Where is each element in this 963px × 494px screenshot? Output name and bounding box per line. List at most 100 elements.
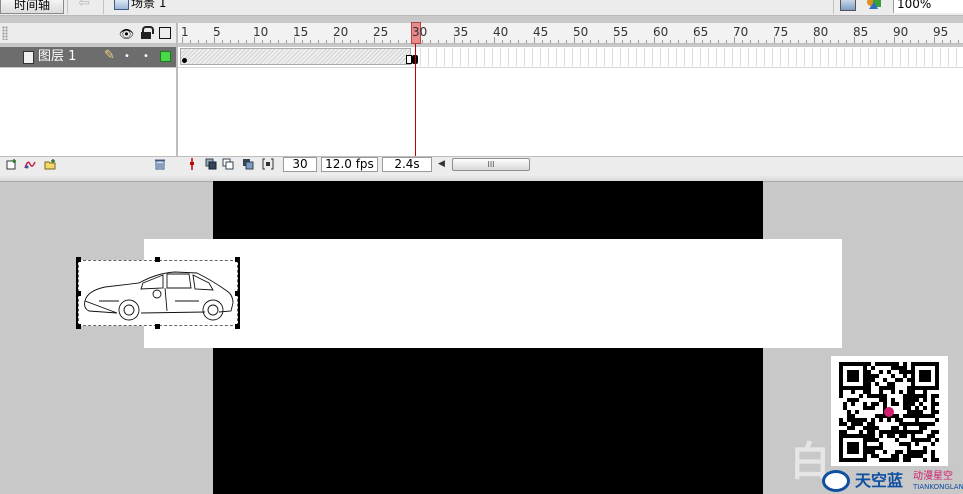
ruler-tick bbox=[718, 40, 719, 43]
watermark-brand: 天空蓝 bbox=[855, 471, 904, 490]
ruler-tick bbox=[630, 40, 631, 43]
white-rectangle-shape[interactable] bbox=[144, 239, 842, 348]
ruler-frame-number: 1 bbox=[181, 25, 189, 39]
ruler-tick bbox=[350, 40, 351, 43]
trash-icon[interactable] bbox=[154, 158, 166, 170]
ruler-tick bbox=[422, 40, 423, 43]
outline-square-icon[interactable] bbox=[159, 27, 171, 39]
ruler-tick bbox=[950, 40, 951, 43]
edit-symbols-icon[interactable] bbox=[866, 0, 882, 10]
ruler-tick bbox=[262, 40, 263, 43]
timeline-toggle-button[interactable]: 时间轴 bbox=[0, 0, 64, 14]
ruler-tick bbox=[198, 40, 199, 43]
ruler-tick bbox=[470, 40, 471, 43]
ruler-tick bbox=[230, 40, 231, 43]
ruler-tick bbox=[438, 40, 439, 43]
timeline-splitter[interactable] bbox=[176, 23, 178, 174]
lock-icon-body[interactable] bbox=[141, 32, 151, 39]
back-arrow-icon[interactable]: ⇦ bbox=[76, 0, 92, 10]
toolbar-separator bbox=[103, 0, 104, 14]
ruler-tick bbox=[398, 40, 399, 43]
onion-skin-icon[interactable] bbox=[205, 158, 217, 170]
ruler-tick bbox=[686, 40, 687, 43]
transform-handle-top[interactable] bbox=[155, 257, 160, 262]
transform-handle-bottom-left[interactable] bbox=[76, 324, 81, 329]
car-symbol-instance[interactable] bbox=[78, 260, 238, 326]
ruler-tick bbox=[206, 40, 207, 43]
zoom-field[interactable]: 100% bbox=[893, 0, 963, 13]
qr-code-icon bbox=[831, 356, 948, 466]
ruler-tick bbox=[942, 40, 943, 43]
empty-frame-cells[interactable] bbox=[420, 48, 963, 66]
onion-skin-outlines-icon[interactable] bbox=[222, 158, 234, 170]
ruler-tick bbox=[830, 40, 831, 43]
ruler-tick bbox=[238, 40, 239, 43]
ruler-tick bbox=[246, 40, 247, 43]
ruler-tick bbox=[646, 40, 647, 43]
watermark-logo-icon bbox=[822, 470, 850, 492]
frames-empty-area bbox=[178, 68, 963, 156]
visibility-dot-icon[interactable]: • bbox=[124, 52, 130, 62]
ruler-tick bbox=[518, 40, 519, 43]
ruler-tick bbox=[270, 40, 271, 43]
scene-icon bbox=[114, 0, 129, 10]
ruler-tick bbox=[806, 40, 807, 43]
layer-outline-color-swatch[interactable] bbox=[160, 51, 171, 62]
frame-rate-field[interactable]: 12.0 fps bbox=[321, 157, 378, 172]
ruler-tick bbox=[222, 40, 223, 43]
transform-handle-top-left[interactable] bbox=[76, 257, 81, 262]
center-frame-icon[interactable] bbox=[186, 158, 198, 170]
transform-handle-left[interactable] bbox=[76, 291, 81, 296]
ruler-tick bbox=[598, 40, 599, 43]
ruler-frame-number: 15 bbox=[293, 25, 309, 39]
insert-folder-icon[interactable] bbox=[44, 158, 56, 170]
ruler-tick bbox=[462, 40, 463, 43]
keyframe-marker[interactable] bbox=[182, 58, 187, 63]
ruler-frame-number: 85 bbox=[853, 25, 869, 39]
ruler-tick bbox=[710, 40, 711, 43]
ruler-tick bbox=[486, 40, 487, 43]
ruler-tick bbox=[358, 40, 359, 43]
edit-multiple-frames-icon[interactable] bbox=[242, 158, 254, 170]
toolbar-separator bbox=[833, 0, 834, 14]
ruler-tick bbox=[678, 40, 679, 43]
frame-span[interactable] bbox=[180, 48, 411, 65]
lock-dot-icon[interactable]: • bbox=[143, 52, 149, 62]
transform-handle-bottom-right[interactable] bbox=[235, 324, 240, 329]
ruler-tick bbox=[446, 40, 447, 43]
timeline-horizontal-scrollbar-thumb[interactable]: III bbox=[452, 158, 530, 171]
ruler-frame-number: 25 bbox=[373, 25, 389, 39]
ruler-tick bbox=[430, 40, 431, 43]
ruler-frame-number: 65 bbox=[693, 25, 709, 39]
insert-layer-icon[interactable] bbox=[6, 158, 18, 170]
playhead-line bbox=[415, 44, 416, 156]
layer-name[interactable]: 图层 1 bbox=[38, 49, 76, 65]
modify-onion-markers-icon[interactable] bbox=[262, 158, 274, 170]
panel-gripper[interactable] bbox=[2, 26, 8, 40]
ruler-tick bbox=[566, 40, 567, 43]
scene-label[interactable]: 场景 1 bbox=[131, 0, 166, 11]
transform-handle-bottom[interactable] bbox=[155, 324, 160, 329]
ruler-tick bbox=[902, 40, 903, 43]
ruler-tick bbox=[662, 40, 663, 43]
ruler-tick bbox=[550, 40, 551, 43]
show-hide-eye-icon[interactable]: 👁 bbox=[119, 28, 134, 40]
frame-ruler[interactable]: 1 5 10 15 20 25 35 40 45 50 55 60 65 70 75 80 85 90 95 bbox=[178, 23, 963, 44]
ruler-tick bbox=[278, 40, 279, 43]
ruler-tick bbox=[302, 40, 303, 43]
ruler-tick bbox=[766, 40, 767, 43]
ruler-tick bbox=[342, 40, 343, 43]
edit-scene-icon[interactable] bbox=[840, 0, 856, 11]
ruler-tick bbox=[958, 40, 959, 43]
ruler-tick bbox=[382, 40, 383, 43]
ruler-frame-number: 70 bbox=[733, 25, 749, 39]
ruler-tick bbox=[726, 40, 727, 43]
layer-page-icon bbox=[23, 51, 34, 64]
ruler-tick bbox=[478, 40, 479, 43]
scroll-left-arrow-icon[interactable]: ◀ bbox=[438, 158, 445, 170]
ruler-frame-number: 60 bbox=[653, 25, 669, 39]
transform-handle-right[interactable] bbox=[235, 291, 240, 296]
transform-handle-top-right[interactable] bbox=[235, 257, 240, 262]
ruler-tick bbox=[622, 40, 623, 43]
add-motion-guide-icon[interactable] bbox=[24, 158, 36, 170]
